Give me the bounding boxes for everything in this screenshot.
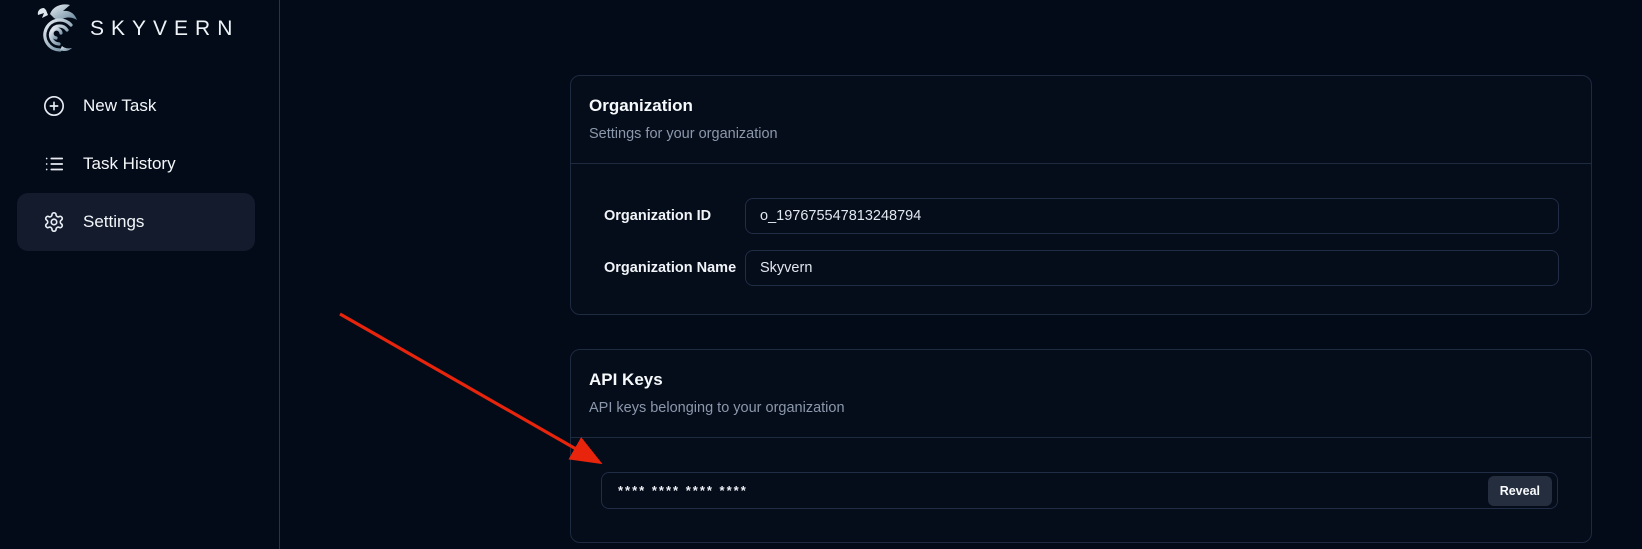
organization-card-title: Organization — [589, 96, 1573, 116]
plus-circle-icon — [43, 95, 65, 117]
gear-icon — [43, 211, 65, 233]
organization-name-row: Organization Name — [604, 250, 1559, 286]
organization-name-label: Organization Name — [604, 260, 745, 276]
organization-name-input[interactable] — [745, 250, 1559, 286]
organization-id-row: Organization ID — [604, 198, 1559, 234]
annotation-arrow-line — [340, 314, 597, 461]
dragon-logo-icon — [30, 2, 78, 56]
sidebar-item-new-task[interactable]: New Task — [17, 77, 255, 135]
reveal-button[interactable]: Reveal — [1488, 476, 1552, 506]
sidebar-nav: New Task Task History Settings — [17, 77, 255, 251]
api-key-field[interactable]: **** **** **** **** Reveal — [601, 472, 1558, 509]
list-icon — [43, 153, 65, 175]
organization-card-header: Organization Settings for your organizat… — [571, 76, 1591, 164]
organization-card: Organization Settings for your organizat… — [570, 75, 1592, 315]
api-keys-card-subtitle: API keys belonging to your organization — [589, 400, 1573, 416]
organization-id-input[interactable] — [745, 198, 1559, 234]
organization-id-label: Organization ID — [604, 208, 745, 224]
api-keys-card-body: **** **** **** **** Reveal — [571, 438, 1591, 509]
sidebar-item-label: Task History — [83, 154, 176, 174]
sidebar-item-label: New Task — [83, 96, 156, 116]
api-key-masked-value: **** **** **** **** — [618, 483, 748, 498]
api-keys-card-title: API Keys — [589, 370, 1573, 390]
api-keys-card-header: API Keys API keys belonging to your orga… — [571, 350, 1591, 438]
sidebar: SKYVERN New Task Task History Settings — [0, 0, 280, 549]
sidebar-item-task-history[interactable]: Task History — [17, 135, 255, 193]
brand-logo: SKYVERN — [30, 2, 239, 56]
organization-card-subtitle: Settings for your organization — [589, 126, 1573, 142]
settings-page: SKYVERN New Task Task History Settings — [0, 0, 1642, 549]
api-keys-card: API Keys API keys belonging to your orga… — [570, 349, 1592, 543]
organization-card-body: Organization ID Organization Name — [571, 164, 1591, 286]
brand-name: SKYVERN — [90, 17, 239, 41]
sidebar-item-settings[interactable]: Settings — [17, 193, 255, 251]
sidebar-item-label: Settings — [83, 212, 144, 232]
